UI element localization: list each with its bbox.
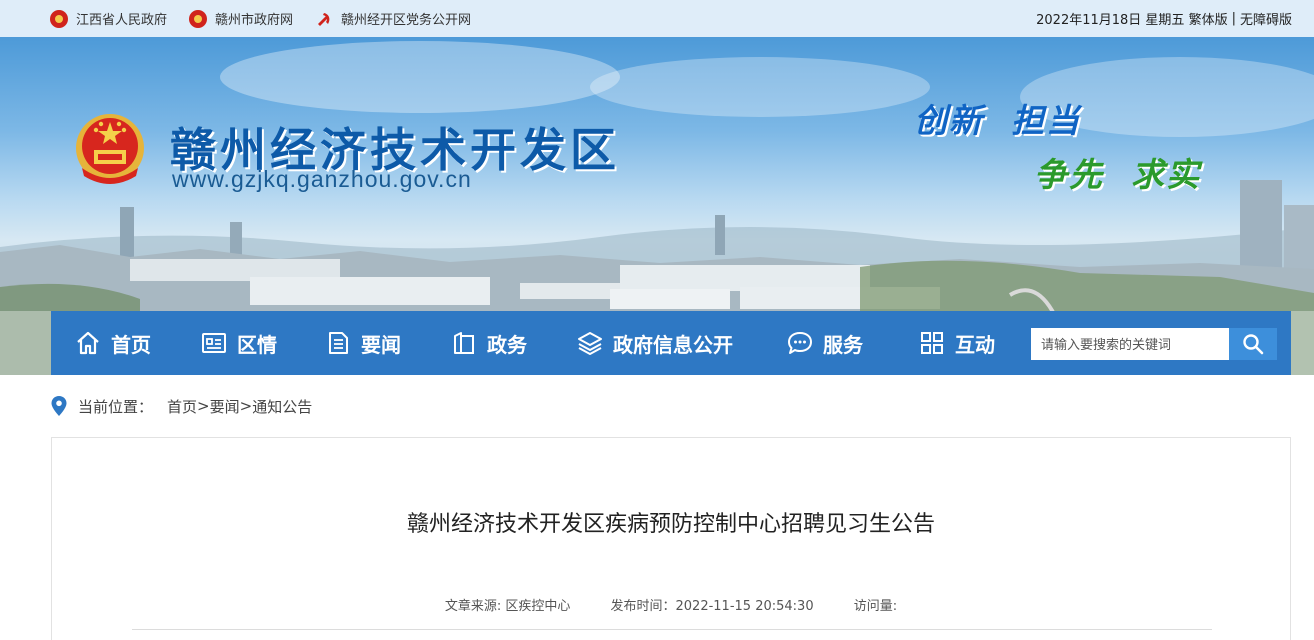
breadcrumb: 当前位置： 首页 > 要闻 > 通知公告: [51, 392, 312, 420]
nav-item-interaction[interactable]: 互动: [919, 311, 995, 375]
article-meta: 文章来源: 区疾控中心 发布时间：2022-11-15 20:54:30 访问量…: [52, 595, 1290, 614]
search-button[interactable]: [1229, 328, 1277, 360]
chat-icon: [788, 332, 812, 354]
nav-item-government-affairs[interactable]: 政务: [451, 311, 527, 375]
nav-item-home[interactable]: 首页: [75, 311, 151, 375]
link-jiangxi-gov[interactable]: 江西省人民政府: [50, 9, 167, 28]
search-icon: [1243, 334, 1264, 355]
breadcrumb-news[interactable]: 要闻: [210, 396, 240, 417]
divider: [132, 629, 1212, 630]
nav-item-gov-info-disclosure[interactable]: 政府信息公开: [577, 311, 733, 375]
nav-label: 互动: [955, 332, 995, 357]
party-emblem-icon: [318, 12, 330, 26]
nav-item-news[interactable]: 要闻: [325, 311, 401, 375]
national-emblem-logo: [76, 114, 144, 184]
breadcrumb-label: 当前位置：: [78, 397, 154, 416]
article-source: 文章来源: 区疾控中心: [444, 599, 571, 614]
id-card-icon: [202, 333, 226, 353]
article-panel: 赣州经济技术开发区疾病预防控制中心招聘见习生公告 文章来源: 区疾控中心 发布时…: [51, 437, 1291, 640]
nav-label: 服务: [823, 332, 863, 357]
slogan-line-2: 争先 求实: [1034, 155, 1201, 194]
search-input[interactable]: [1031, 328, 1229, 360]
location-pin-icon: [51, 396, 67, 416]
nav-item-services[interactable]: 服务: [787, 311, 863, 375]
current-date: 2022年11月18日 星期五: [1036, 13, 1185, 28]
nav-label: 政务: [487, 332, 527, 357]
separator: |: [1231, 11, 1236, 26]
main-nav: 首页 区情 要闻 政务 政府信息公开 服务 互动 请输入要搜索的关键词: [51, 311, 1291, 375]
link-label: 江西省人民政府: [76, 13, 168, 28]
link-ganzhou-gov[interactable]: 赣州市政府网: [189, 9, 293, 28]
nav-label: 区情: [237, 332, 277, 357]
link-party-affairs[interactable]: 赣州经开区党务公开网: [315, 9, 471, 28]
nav-label: 要闻: [361, 332, 401, 357]
top-links: 江西省人民政府 赣州市政府网 赣州经开区党务公开网: [50, 0, 493, 37]
article-title: 赣州经济技术开发区疾病预防控制中心招聘见习生公告: [406, 512, 935, 537]
breadcrumb-separator: >: [197, 397, 210, 415]
link-label: 赣州经开区党务公开网: [341, 13, 472, 28]
news-icon: [329, 332, 348, 354]
top-right-info: 2022年11月18日 星期五 繁体版 | 无障碍版: [1036, 0, 1292, 37]
breadcrumb-separator: >: [239, 397, 253, 415]
traditional-chinese-link[interactable]: 繁体版: [1189, 9, 1228, 28]
national-emblem-icon: [50, 9, 68, 28]
nav-label: 政府信息公开: [613, 332, 733, 357]
search-box: [1031, 328, 1277, 360]
nav-label: 首页: [111, 332, 151, 357]
slogan-line-1: 创新 担当: [914, 101, 1081, 140]
national-emblem-icon: [189, 9, 208, 28]
book-icon: [454, 332, 474, 354]
layers-icon: [578, 332, 602, 355]
breadcrumb-home[interactable]: 首页: [167, 396, 197, 417]
breadcrumb-notices[interactable]: 通知公告: [252, 396, 312, 417]
article-publish-time: 发布时间：2022-11-15 20:54:30: [610, 599, 814, 614]
accessibility-link[interactable]: 无障碍版: [1240, 9, 1292, 28]
article-views: 访问量:: [853, 599, 898, 614]
home-icon: [77, 331, 99, 355]
nav-item-district-info[interactable]: 区情: [201, 311, 277, 375]
top-bar: 江西省人民政府 赣州市政府网 赣州经开区党务公开网 2022年11月18日 星期…: [0, 0, 1314, 37]
site-url: www.gzjkq.ganzhou.gov.cn: [172, 166, 472, 192]
grid-icon: [921, 332, 943, 354]
link-label: 赣州市政府网: [215, 13, 294, 28]
